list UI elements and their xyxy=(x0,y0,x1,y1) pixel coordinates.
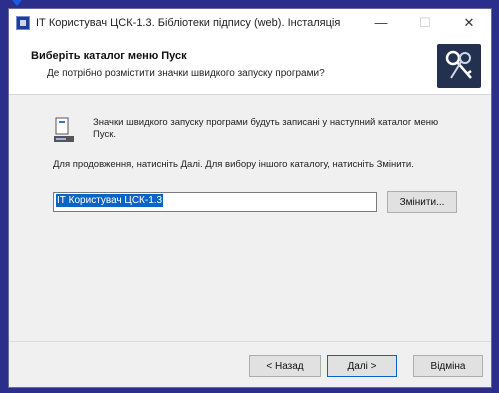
back-button[interactable]: < Назад xyxy=(249,355,321,377)
next-button[interactable]: Далі > xyxy=(327,355,397,377)
instruction-text: Для продовження, натисніть Далі. Для виб… xyxy=(53,159,414,170)
minimize-button[interactable]: — xyxy=(359,9,403,36)
cancel-button[interactable]: Відміна xyxy=(413,355,483,377)
keys-icon xyxy=(437,44,481,88)
folder-input-value: ІТ Користувач ЦСК-1.3 xyxy=(56,194,164,207)
window-title: ІТ Користувач ЦСК-1.3. Бібліотеки підпис… xyxy=(36,16,341,29)
page-subtitle: Де потрібно розмістити значки швидкого з… xyxy=(47,68,325,79)
maximize-icon: ☐ xyxy=(419,14,431,30)
wizard-header: Виберіть каталог меню Пуск Де потрібно р… xyxy=(9,36,491,95)
wizard-footer: < Назад Далі > Відміна xyxy=(9,341,491,390)
start-menu-folder-icon xyxy=(53,117,77,145)
close-icon: ✕ xyxy=(463,14,475,30)
minimize-icon: — xyxy=(374,15,388,30)
close-button[interactable]: ✕ xyxy=(447,9,491,36)
page-title: Виберіть каталог меню Пуск xyxy=(31,50,187,62)
start-menu-folder-input[interactable]: ІТ Користувач ЦСК-1.3 xyxy=(53,192,377,212)
window-controls: — ☐ ✕ xyxy=(359,9,491,36)
maximize-button: ☐ xyxy=(403,9,447,36)
wizard-content: Значки швидкого запуску програми будуть … xyxy=(9,95,491,341)
installer-window: ІТ Користувач ЦСК-1.3. Бібліотеки підпис… xyxy=(8,8,492,388)
browse-button[interactable]: Змінити... xyxy=(387,191,457,213)
info-text: Значки швидкого запуску програми будуть … xyxy=(93,117,439,140)
cursor-arrow-icon xyxy=(12,0,22,6)
app-icon xyxy=(16,15,30,30)
title-bar[interactable]: ІТ Користувач ЦСК-1.3. Бібліотеки підпис… xyxy=(9,9,491,36)
